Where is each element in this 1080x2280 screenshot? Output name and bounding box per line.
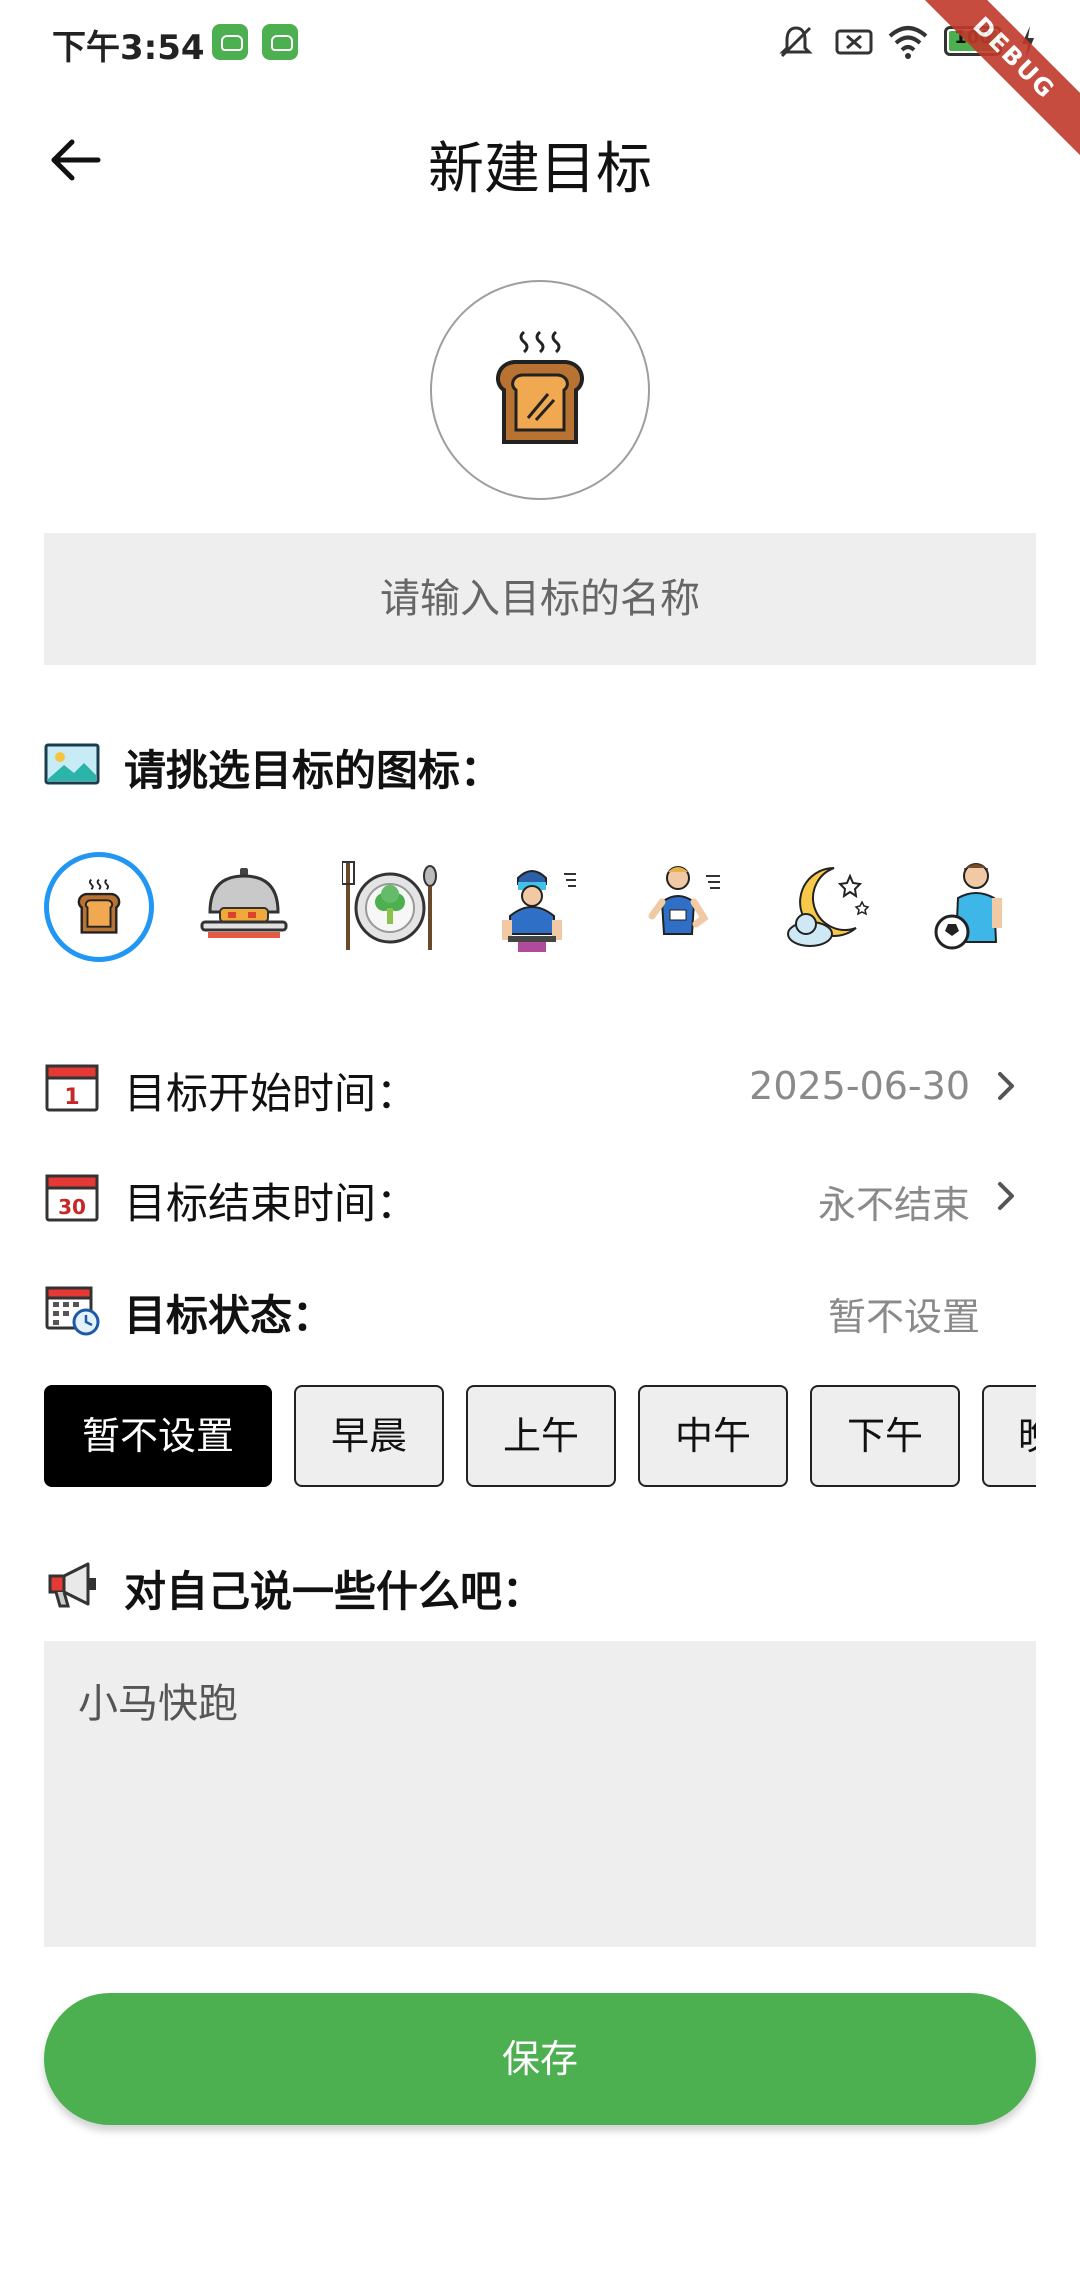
calendar-clock-icon bbox=[45, 1286, 100, 1336]
page-title: 新建目标 bbox=[428, 137, 652, 202]
moon-cloud-icon bbox=[787, 867, 870, 947]
calendar-30-icon: 30 bbox=[45, 1174, 99, 1222]
chevron-right-icon bbox=[998, 1072, 1014, 1100]
chip-evening[interactable]: 晚上 bbox=[982, 1385, 1036, 1487]
notification-app-icon bbox=[262, 24, 298, 60]
start-time-value: 2025-06-30 bbox=[749, 1064, 970, 1108]
icon-option-moon[interactable] bbox=[774, 852, 882, 960]
svg-text:30: 30 bbox=[58, 1195, 86, 1219]
status-bar: 下午3:54 100 DEBUG bbox=[0, 0, 1080, 166]
chip-morning[interactable]: 早晨 bbox=[294, 1385, 444, 1487]
goal-status-value: 暂不设置 bbox=[827, 1295, 980, 1339]
notification-app-icon bbox=[212, 24, 248, 60]
status-time: 下午3:54 bbox=[52, 28, 205, 68]
note-section-title: 对自己说一些什么吧： bbox=[124, 1567, 545, 1616]
goal-name-input[interactable] bbox=[44, 533, 1036, 665]
start-time-label: 目标开始时间： bbox=[124, 1069, 419, 1118]
icon-option-soccer[interactable] bbox=[920, 852, 1028, 960]
toast-icon bbox=[77, 878, 121, 934]
mute-icon bbox=[779, 26, 813, 58]
chip-forenoon[interactable]: 上午 bbox=[466, 1385, 616, 1487]
svg-text:1: 1 bbox=[64, 1085, 79, 1110]
goal-status-row: 目标状态： 暂不设置 bbox=[44, 1276, 1036, 1340]
note-textarea[interactable]: 小马快跑 bbox=[44, 1641, 1036, 1947]
time-of-day-chips: 暂不设置 早晨 上午 中午 下午 晚上 bbox=[44, 1385, 1036, 1491]
chip-afternoon[interactable]: 下午 bbox=[810, 1385, 960, 1487]
icon-option-cloche[interactable] bbox=[190, 852, 298, 960]
calendar-1-icon: 1 bbox=[45, 1064, 99, 1112]
end-time-label: 目标结束时间： bbox=[124, 1179, 419, 1228]
cloche-dish-icon bbox=[200, 868, 288, 938]
soccer-player-icon bbox=[934, 863, 1002, 950]
goal-status-label: 目标状态： bbox=[124, 1291, 335, 1340]
selected-goal-icon[interactable] bbox=[430, 280, 650, 500]
save-button[interactable]: 保存 bbox=[44, 1993, 1036, 2125]
no-sim-icon bbox=[835, 29, 873, 55]
icon-option-cyclist[interactable] bbox=[482, 852, 590, 960]
icon-section-title: 请挑选目标的图标： bbox=[124, 746, 503, 795]
chip-not-set[interactable]: 暂不设置 bbox=[44, 1385, 272, 1487]
chevron-right-icon bbox=[998, 1182, 1014, 1210]
start-time-row[interactable]: 1 目标开始时间： 2025-06-30 bbox=[44, 1054, 1036, 1118]
icon-option-runner[interactable] bbox=[628, 852, 736, 960]
broccoli-plate-icon bbox=[342, 861, 437, 950]
megaphone-icon bbox=[48, 1562, 96, 1608]
icon-option-broccoli[interactable] bbox=[336, 852, 444, 960]
end-time-row[interactable]: 30 目标结束时间： 永不结束 bbox=[44, 1164, 1036, 1228]
chip-noon[interactable]: 中午 bbox=[638, 1385, 788, 1487]
cyclist-icon bbox=[502, 870, 576, 952]
end-time-value: 永不结束 bbox=[817, 1183, 970, 1227]
runner-icon bbox=[648, 866, 720, 935]
toast-icon bbox=[496, 330, 584, 444]
icon-option-toast[interactable] bbox=[44, 852, 154, 962]
wifi-icon bbox=[888, 26, 928, 59]
icon-picker bbox=[44, 852, 1036, 966]
landscape-picture-icon bbox=[44, 743, 100, 785]
